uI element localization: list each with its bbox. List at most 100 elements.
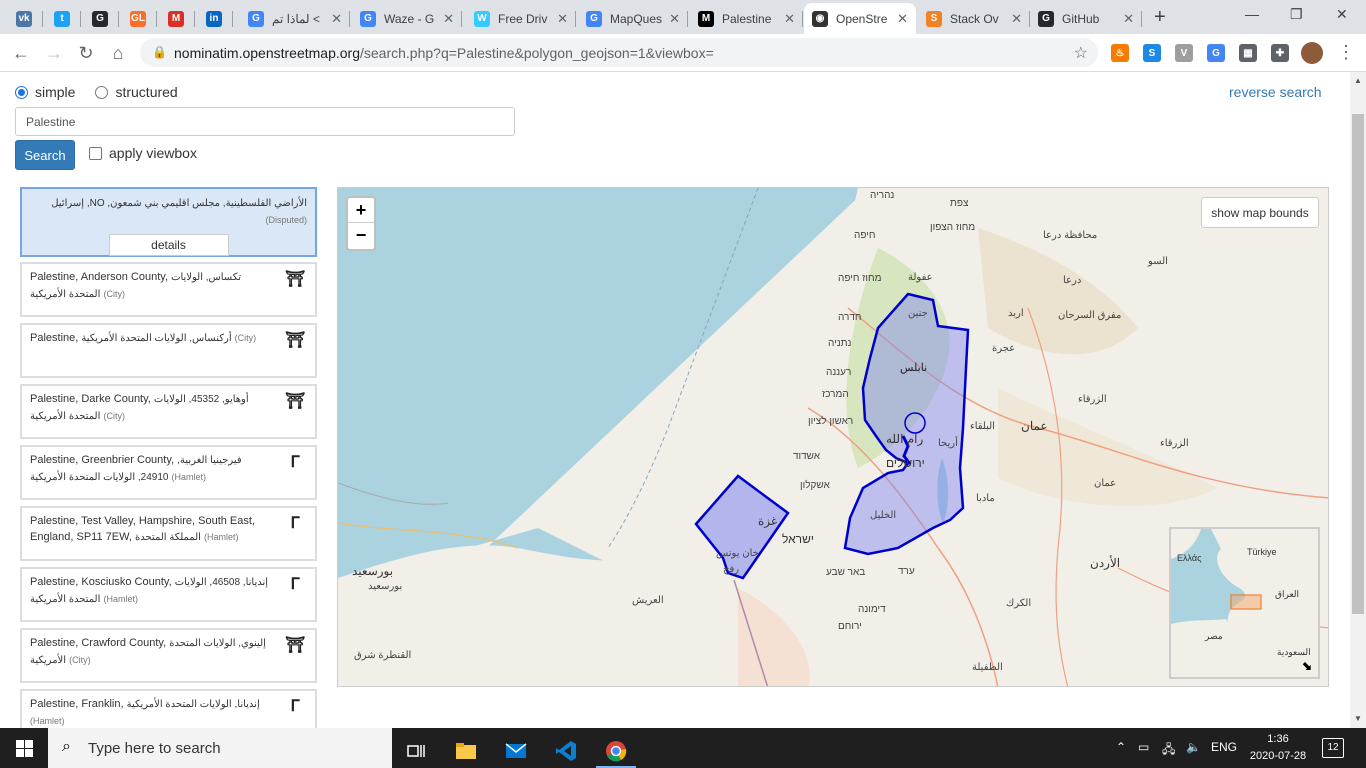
minimap-toggle-icon[interactable]: ⬊ — [1302, 659, 1312, 673]
extension-v-icon[interactable]: V — [1175, 44, 1193, 62]
scroll-up-icon[interactable]: ▲ — [1354, 76, 1362, 85]
map-place-label: بورسعيد — [368, 581, 403, 592]
minimap-label-iraq: العراق — [1275, 589, 1300, 599]
result-address: إسرائيل ,NO ,الأراضي الفلسطينية, مجلس اق… — [51, 198, 307, 209]
back-button[interactable]: ← — [10, 42, 32, 64]
result-item[interactable]: Palestine, Darke County, أوهايو, 45352, … — [20, 384, 317, 439]
taskbar-search-box[interactable]: ⌕ Type here to search — [48, 728, 392, 768]
browser-tab[interactable]: M — [157, 3, 195, 34]
clock-date: 2020-07-28 — [1249, 750, 1307, 762]
zoom-in-button[interactable]: + — [348, 198, 374, 223]
close-tab-icon[interactable]: ✕ — [557, 11, 568, 27]
browser-tab[interactable]: S Stack Ov ✕ — [918, 3, 1030, 34]
qr-extension-icon[interactable]: ▦ — [1239, 44, 1257, 62]
chrome-menu-icon[interactable]: ⋮ — [1337, 42, 1355, 63]
vscode-icon[interactable] — [546, 734, 586, 768]
url-text: nominatim.openstreetmap.org/search.php?q… — [174, 45, 714, 61]
zoom-control: + − — [346, 196, 376, 251]
browser-tab[interactable]: G لماذا تم < ✕ — [240, 3, 350, 34]
close-tab-icon[interactable]: ✕ — [331, 11, 342, 27]
chrome-taskbar-icon[interactable] — [596, 734, 636, 768]
browser-tab[interactable]: in — [195, 3, 233, 34]
reload-button[interactable]: ↻ — [75, 42, 97, 64]
bookmark-star-icon[interactable]: ☆ — [1074, 43, 1088, 63]
language-indicator[interactable]: ENG — [1211, 740, 1237, 754]
new-tab-button[interactable]: + — [1154, 6, 1166, 29]
radio-simple[interactable] — [15, 85, 28, 99]
notification-center-icon[interactable]: 12 — [1322, 738, 1344, 758]
reverse-search-link[interactable]: reverse search — [1229, 84, 1322, 100]
network-icon[interactable]: 🖧 — [1162, 740, 1175, 761]
translate-extension-icon[interactable]: G — [1207, 44, 1225, 62]
map-place-label: خان يونس — [716, 548, 759, 559]
hamlet-icon: ᒥ — [290, 698, 300, 715]
extension-fire-icon[interactable]: ♨ — [1111, 44, 1129, 62]
radio-structured-label[interactable]: structured — [115, 84, 177, 100]
result-item[interactable]: Palestine, Kosciusko County, إنديانا, 46… — [20, 567, 317, 622]
battery-icon[interactable]: ▭ — [1138, 740, 1149, 754]
close-tab-icon[interactable]: ✕ — [1123, 11, 1134, 27]
browser-tab[interactable]: ◉ OpenStre ✕ — [804, 3, 916, 34]
apply-viewbox-label[interactable]: apply viewbox — [109, 145, 197, 161]
browser-tab[interactable]: M Palestine ✕ — [690, 3, 803, 34]
browser-toolbar: ← → ↻ ⌂ 🔒 nominatim.openstreetmap.org/se… — [0, 34, 1366, 72]
radio-simple-label[interactable]: simple — [35, 84, 75, 100]
close-tab-icon[interactable]: ✕ — [897, 11, 908, 27]
browser-tab[interactable]: G MapQues ✕ — [578, 3, 688, 34]
close-tab-icon[interactable]: ✕ — [669, 11, 680, 27]
home-button[interactable]: ⌂ — [107, 42, 129, 64]
forward-button[interactable]: → — [43, 42, 65, 64]
result-item[interactable]: Palestine, Crawford County, إلينوي, الول… — [20, 628, 317, 683]
result-item[interactable]: Palestine, أركنساس, الولايات المتحدة الأ… — [20, 323, 317, 378]
search-input[interactable] — [15, 107, 515, 136]
map-place-label: ישראל — [782, 532, 814, 546]
apply-viewbox-checkbox[interactable] — [89, 146, 102, 160]
result-item[interactable]: Palestine, Anderson County, تكساس, الولا… — [20, 262, 317, 317]
address-bar[interactable]: 🔒 nominatim.openstreetmap.org/search.php… — [140, 38, 1098, 67]
details-button[interactable]: details — [108, 234, 229, 256]
result-item[interactable]: Palestine, Test Valley, Hampshire, South… — [20, 506, 317, 561]
zoom-out-button[interactable]: − — [348, 223, 374, 248]
browser-tab[interactable]: G Waze - G ✕ — [352, 3, 462, 34]
result-name: Palestine, Darke County, — [30, 393, 154, 405]
scroll-down-icon[interactable]: ▼ — [1354, 714, 1362, 723]
radio-structured[interactable] — [95, 85, 109, 99]
map-view[interactable]: נהריה צפת חיפה מחוז הצפון محافظة درعا السو מחו… — [337, 187, 1329, 687]
scrollbar-thumb[interactable] — [1352, 114, 1364, 614]
taskbar-clock[interactable]: 1:36 2020-07-28 — [1248, 731, 1308, 765]
windows-start-icon[interactable] — [16, 740, 33, 757]
map-place-label: غزة — [758, 514, 778, 528]
restore-button[interactable]: ❐ — [1290, 6, 1303, 23]
result-type: (City) — [69, 655, 91, 665]
browser-tab[interactable]: G GitHub ✕ — [1030, 3, 1142, 34]
tray-chevron-icon[interactable]: ⌃ — [1116, 740, 1126, 754]
file-explorer-icon[interactable] — [446, 734, 486, 768]
browser-tab[interactable]: t — [43, 3, 81, 34]
map-place-label: البلقاء — [970, 421, 995, 432]
extension-s-icon[interactable]: S — [1143, 44, 1161, 62]
browser-tab[interactable]: G — [81, 3, 119, 34]
result-item[interactable]: Palestine, Franklin, إنديانا, الولايات ا… — [20, 689, 317, 728]
browser-tab[interactable]: GL — [119, 3, 157, 34]
close-tab-icon[interactable]: ✕ — [1011, 11, 1022, 27]
minimize-button[interactable]: — — [1245, 6, 1259, 22]
profile-avatar[interactable] — [1301, 42, 1323, 64]
task-view-icon[interactable] — [396, 734, 436, 768]
page-scrollbar[interactable]: ▲ ▼ — [1350, 72, 1366, 728]
overview-minimap[interactable]: Ελλάς Türkiye العراق مصر السعودية ⬊ — [1169, 527, 1320, 679]
result-item-selected[interactable]: إسرائيل ,NO ,الأراضي الفلسطينية, مجلس اق… — [20, 187, 317, 257]
extensions-puzzle-icon[interactable]: ✚ — [1271, 44, 1289, 62]
result-item[interactable]: Palestine, Greenbrier County, فيرجينيا ا… — [20, 445, 317, 500]
tab-strip: vk t G GL Min G لماذا تم < ✕ G Waze - G ✕ W Free Dri… — [0, 0, 1366, 34]
browser-tab[interactable]: vk — [5, 3, 43, 34]
search-button[interactable]: Search — [15, 140, 75, 170]
close-tab-icon[interactable]: ✕ — [443, 11, 454, 27]
volume-icon[interactable]: 🔈 — [1186, 740, 1201, 754]
mail-icon[interactable] — [496, 734, 536, 768]
close-tab-icon[interactable]: ✕ — [784, 11, 795, 27]
browser-tab[interactable]: W Free Driv ✕ — [466, 3, 576, 34]
close-window-button[interactable]: ✕ — [1336, 6, 1348, 23]
show-map-bounds-button[interactable]: show map bounds — [1201, 197, 1319, 228]
map-place-label: ירוחם — [838, 621, 862, 632]
map-place-label: درعا — [1063, 275, 1082, 286]
